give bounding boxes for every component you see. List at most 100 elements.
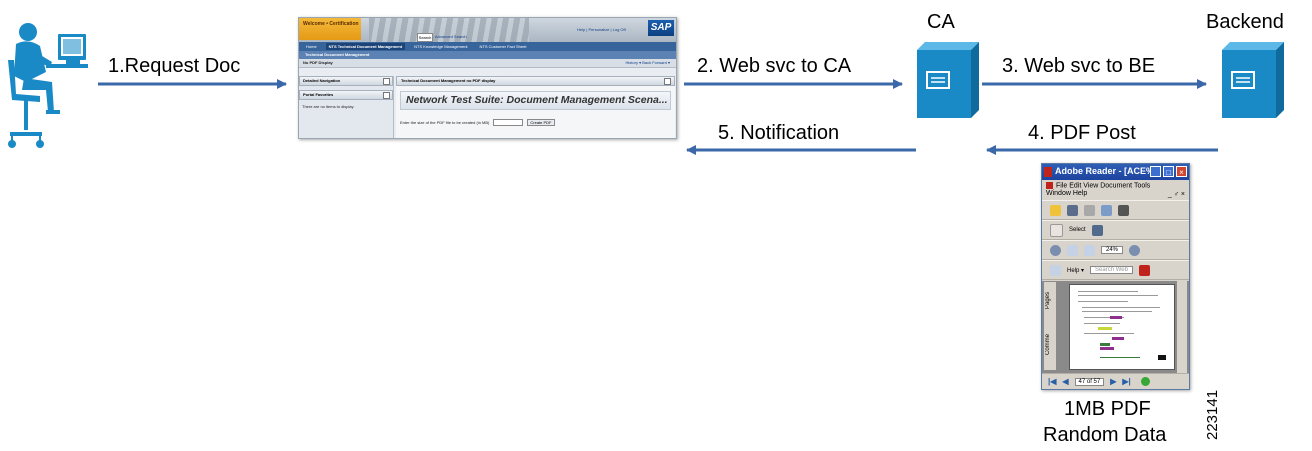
page-label: No PDF Display: [303, 60, 333, 65]
content-header-label: Technical Document Management no PDF dis…: [401, 78, 496, 83]
highlight-mark: [1100, 343, 1110, 346]
nav-tab-km: NTS Knowledge Management: [414, 44, 468, 49]
first-page-icon: |◀: [1048, 377, 1057, 386]
menu-line-1: File Edit View Document Tools: [1056, 182, 1151, 190]
yahoo-icon: [1138, 264, 1150, 276]
detailed-navigation-header: Detailed Navigation: [299, 76, 393, 86]
comments-tab: Comme: [1045, 334, 1051, 356]
snapshot-icon: [1091, 224, 1103, 236]
label-pdf-size: 1MB PDF: [1064, 398, 1151, 420]
nav-tab-fact-sheet: NTS Customer Fact Sheet: [479, 44, 527, 49]
highlight-mark: [1112, 337, 1124, 340]
portal-screenshot: Welcome • Certification Search Advanced …: [298, 17, 677, 139]
collapse-icon: [383, 92, 390, 99]
vertical-scrollbar: [1177, 281, 1187, 373]
welcome-tab: Welcome • Certification: [299, 18, 361, 40]
open-folder-icon: [1050, 204, 1061, 216]
text-line: [1078, 301, 1128, 302]
portal-favorites-label: Portal Favorites: [303, 92, 334, 97]
reader-page-nav: |◀ ◀ 47 of 57 ▶ ▶|: [1042, 373, 1189, 389]
highlight-mark: [1110, 316, 1122, 319]
label-backend: Backend: [1206, 11, 1284, 33]
page-indicator: 47 of 57: [1074, 377, 1105, 386]
top-links: Help | Personalize | Log Off: [577, 27, 626, 32]
label-notification: 5. Notification: [718, 122, 840, 144]
document-icon: [1046, 182, 1053, 189]
highlight-mark: [1100, 347, 1114, 350]
maximize-icon: □: [1163, 166, 1174, 177]
reader-toolbar-2: Select: [1042, 220, 1189, 240]
text-line: [1084, 323, 1120, 324]
portal-sub-nav: Technical Document Management: [299, 51, 676, 59]
user-at-computer-icon: [8, 23, 88, 148]
label-web-svc-ca: 2. Web svc to CA: [697, 55, 852, 77]
pdf-size-select: [493, 119, 524, 126]
minimize-icon: _: [1150, 166, 1161, 177]
nav-tab-tdm: NTS Technical Document Management: [325, 43, 406, 50]
collapse-icon: [383, 78, 390, 85]
side-tabs: Pages Comme: [1044, 282, 1056, 370]
text-line: [1082, 311, 1152, 312]
portal-favorites-header: Portal Favorites: [299, 90, 393, 100]
label-ca: CA: [927, 11, 955, 33]
reader-toolbar-3: 24%: [1042, 240, 1189, 260]
pdf-size-form: Enter the size of the PDF file to be cre…: [400, 119, 555, 126]
nav-tab-home: Home: [306, 44, 317, 49]
go-icon: [1140, 377, 1150, 386]
no-items-note: There are no items to display: [302, 104, 354, 109]
zoom-in-icon: [1129, 244, 1141, 256]
label-request-doc: 1.Request Doc: [108, 55, 241, 77]
last-page-icon: ▶|: [1122, 377, 1131, 386]
prev-page-icon: ◀: [1062, 377, 1069, 386]
portal-left-panel: Detailed Navigation Portal Favorites The…: [299, 76, 394, 138]
ca-server-icon: [917, 42, 979, 118]
adobe-reader-screenshot: Adobe Reader - [ACE%... _ □ × File Edit …: [1041, 163, 1190, 390]
search-web-box: Search Web: [1090, 266, 1133, 274]
history-links: History ▾ Back Forward ▾: [625, 60, 670, 65]
label-web-svc-be: 3. Web svc to BE: [1002, 55, 1156, 77]
text-line: [1100, 357, 1140, 358]
menu-line-2: Window Help: [1046, 190, 1088, 198]
adobe-app-icon: [1044, 167, 1052, 177]
close-icon: ×: [1176, 166, 1187, 177]
portal-nav-tabs: Home NTS Technical Document Management N…: [299, 42, 676, 51]
reader-toolbar-4: Help ▾ Search Web: [1042, 260, 1189, 280]
footer-mark: [1158, 355, 1166, 360]
next-page-icon: ▶: [1110, 377, 1117, 386]
window-controls-icon: _ ♂ ×: [1167, 191, 1185, 198]
content-banner: Network Test Suite: Document Management …: [400, 91, 671, 110]
help-label: Help ▾: [1067, 267, 1085, 274]
create-pdf-button: Create PDF: [527, 119, 555, 126]
document-page: [1069, 284, 1175, 370]
fit-width-icon: [1084, 244, 1095, 256]
text-line: [1082, 307, 1160, 308]
portal-content-panel: Technical Document Management no PDF dis…: [396, 76, 675, 138]
fit-page-icon: [1067, 244, 1078, 256]
reader-menu: File Edit View Document Tools Window Hel…: [1042, 180, 1189, 200]
text-line: [1084, 333, 1134, 334]
pdf-size-prompt: Enter the size of the PDF file to be cre…: [400, 120, 490, 125]
save-icon: [1067, 204, 1078, 216]
hand-tool-icon: [1050, 223, 1063, 237]
figure-id: 223141: [1204, 389, 1221, 440]
print-icon: [1084, 204, 1095, 216]
detailed-navigation-label: Detailed Navigation: [303, 78, 341, 83]
sap-logo: SAP: [648, 20, 674, 36]
reader-title: Adobe Reader - [ACE%...: [1055, 166, 1162, 176]
zoom-level: 24%: [1101, 246, 1124, 254]
reader-title-bar: Adobe Reader - [ACE%... _ □ ×: [1042, 164, 1189, 180]
label-pdf-post: 4. PDF Post: [1028, 122, 1136, 144]
backend-server-icon: [1222, 42, 1284, 118]
pages-tab: Pages: [1045, 292, 1051, 310]
content-header: Technical Document Management no PDF dis…: [396, 76, 675, 86]
label-pdf-content: Random Data: [1043, 424, 1167, 446]
advanced-search-link: Advanced Search: [435, 34, 467, 39]
text-line: [1078, 295, 1158, 296]
search-button: Search: [417, 33, 433, 42]
binoculars-icon: [1118, 204, 1129, 216]
email-icon: [1101, 204, 1112, 216]
text-line: [1078, 291, 1138, 292]
zoom-tool-icon: [1050, 244, 1061, 256]
portal-header: Welcome • Certification Search Advanced …: [299, 18, 676, 42]
collapse-icon: [664, 78, 671, 85]
